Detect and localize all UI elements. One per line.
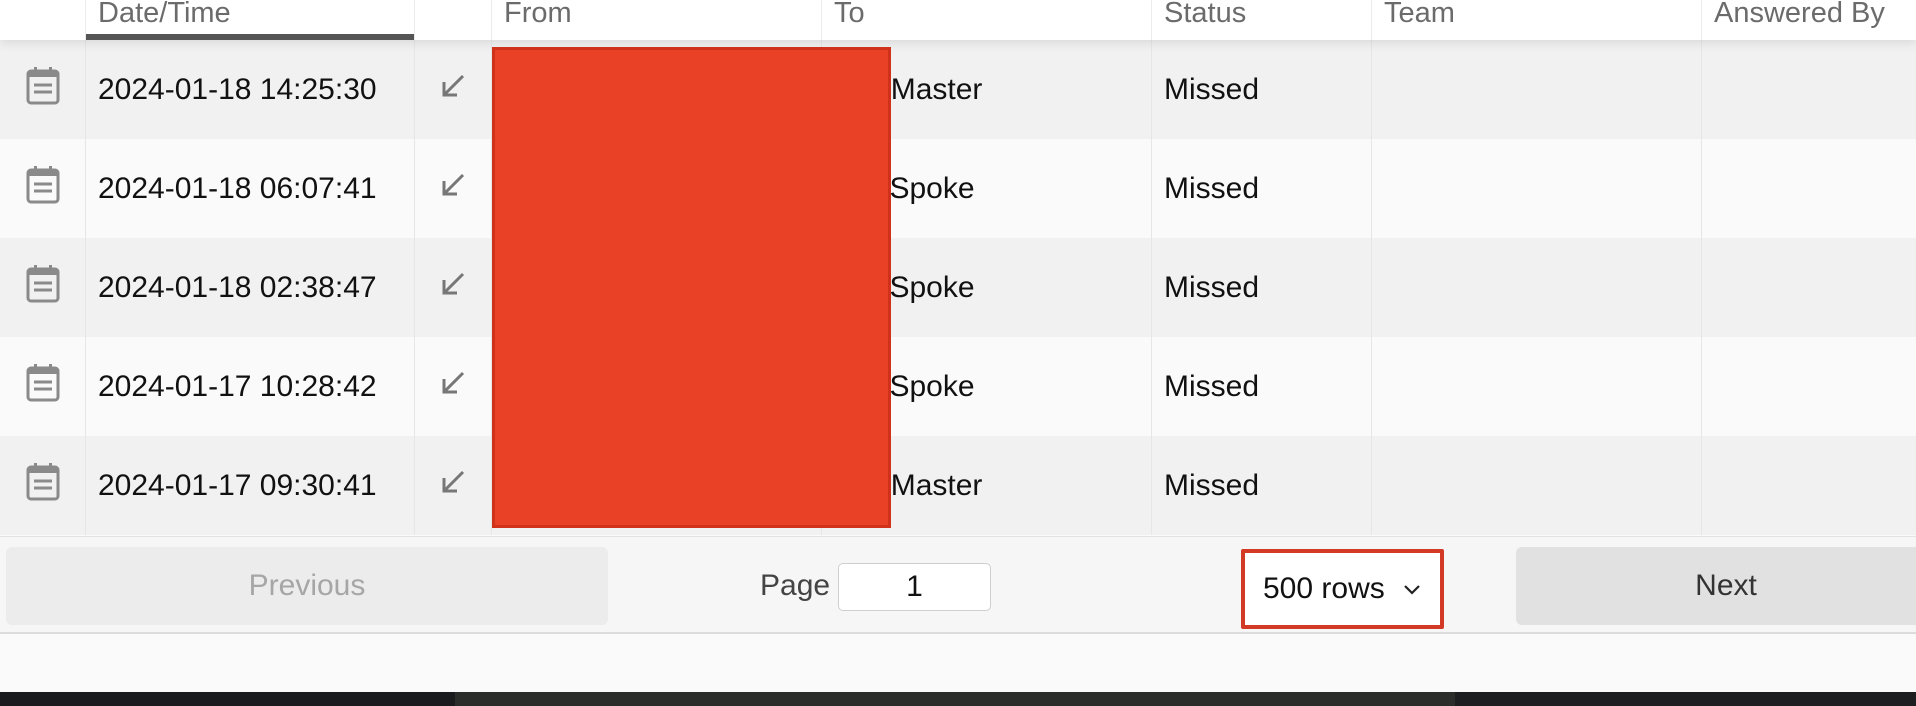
- taskbar-segment: [455, 692, 1455, 706]
- header-from[interactable]: From: [492, 0, 822, 40]
- datetime-cell: 2024-01-18 06:07:41: [86, 139, 415, 238]
- direction-icon-cell: [415, 337, 492, 436]
- taskbar-segment: [1455, 692, 1916, 706]
- datetime-text: 2024-01-18 06:07:41: [98, 171, 377, 205]
- datetime-cell: 2024-01-18 02:38:47: [86, 238, 415, 337]
- datetime-text: 2024-01-18 14:25:30: [98, 72, 377, 106]
- table-row[interactable]: 2024-01-18 06:07:41 o @Spoke Missed: [0, 139, 1916, 238]
- status-text: Missed: [1164, 369, 1260, 403]
- row-detail-icon-cell: [0, 238, 86, 337]
- team-cell: [1372, 139, 1702, 238]
- direction-icon-cell: [415, 436, 492, 535]
- taskbar-strip: [0, 692, 1916, 706]
- status-cell: Missed: [1152, 436, 1372, 535]
- datetime-text: 2024-01-18 02:38:47: [98, 270, 377, 304]
- header-icon-column: [0, 0, 86, 40]
- status-text: Missed: [1164, 72, 1260, 106]
- table-header: Date/Time From To Status Team Answered B…: [0, 0, 1916, 40]
- row-detail-icon-cell: [0, 337, 86, 436]
- redaction-box: [492, 47, 891, 528]
- status-cell: Missed: [1152, 238, 1372, 337]
- status-cell: Missed: [1152, 139, 1372, 238]
- header-direction[interactable]: [415, 0, 492, 40]
- incoming-call-arrow-icon: [438, 269, 468, 307]
- datetime-cell: 2024-01-17 09:30:41: [86, 436, 415, 535]
- team-cell: [1372, 40, 1702, 139]
- rows-per-page-value: 500 rows: [1263, 572, 1385, 605]
- datetime-cell: 2024-01-17 10:28:42: [86, 337, 415, 436]
- row-detail-icon-cell: [0, 139, 86, 238]
- header-team[interactable]: Team: [1372, 0, 1702, 40]
- incoming-call-arrow-icon: [438, 170, 468, 208]
- answered-by-cell: [1702, 436, 1916, 535]
- status-text: Missed: [1164, 468, 1260, 502]
- datetime-cell: 2024-01-18 14:25:30: [86, 40, 415, 139]
- taskbar-segment: [0, 692, 455, 706]
- rows-per-page-select[interactable]: 500 rows: [1241, 549, 1444, 629]
- status-cell: Missed: [1152, 337, 1372, 436]
- header-to[interactable]: To: [822, 0, 1152, 40]
- table-row[interactable]: 2024-01-18 02:38:47 o @Spoke Missed: [0, 238, 1916, 337]
- answered-by-cell: [1702, 139, 1916, 238]
- status-cell: Missed: [1152, 40, 1372, 139]
- direction-icon-cell: [415, 238, 492, 337]
- next-button[interactable]: Next: [1516, 547, 1916, 625]
- answered-by-cell: [1702, 40, 1916, 139]
- datetime-text: 2024-01-17 10:28:42: [98, 369, 377, 403]
- table-row[interactable]: 2024-01-17 10:28:42 o @Spoke Missed: [0, 337, 1916, 436]
- team-cell: [1372, 238, 1702, 337]
- chevron-down-icon: [1404, 585, 1420, 595]
- table-row[interactable]: 2024-01-18 14:25:30 Jun Master Missed: [0, 40, 1916, 139]
- note-calendar-icon[interactable]: [25, 264, 61, 311]
- datetime-text: 2024-01-17 09:30:41: [98, 468, 377, 502]
- previous-button[interactable]: Previous: [6, 547, 608, 625]
- status-text: Missed: [1164, 171, 1260, 205]
- empty-area: [0, 634, 1916, 692]
- note-calendar-icon[interactable]: [25, 462, 61, 509]
- answered-by-cell: [1702, 337, 1916, 436]
- direction-icon-cell: [415, 40, 492, 139]
- answered-by-cell: [1702, 238, 1916, 337]
- team-cell: [1372, 436, 1702, 535]
- incoming-call-arrow-icon: [438, 368, 468, 406]
- call-log-table-body: 2024-01-18 14:25:30 Jun Master Missed 2024-…: [0, 40, 1916, 536]
- direction-icon-cell: [415, 139, 492, 238]
- incoming-call-arrow-icon: [438, 71, 468, 109]
- incoming-call-arrow-icon: [438, 467, 468, 505]
- pagination-bar: Previous Page 500 rows Next: [0, 536, 1916, 634]
- team-cell: [1372, 337, 1702, 436]
- page-label: Page: [760, 569, 831, 602]
- note-calendar-icon[interactable]: [25, 165, 61, 212]
- note-calendar-icon[interactable]: [25, 66, 61, 113]
- note-calendar-icon[interactable]: [25, 363, 61, 410]
- header-answered-by[interactable]: Answered By: [1702, 0, 1916, 40]
- table-row[interactable]: 2024-01-17 09:30:41 Jun Master Missed: [0, 436, 1916, 535]
- row-detail-icon-cell: [0, 40, 86, 139]
- page-number-input[interactable]: [838, 563, 991, 611]
- row-detail-icon-cell: [0, 436, 86, 535]
- header-status[interactable]: Status: [1152, 0, 1372, 40]
- header-datetime[interactable]: Date/Time: [86, 0, 415, 40]
- status-text: Missed: [1164, 270, 1260, 304]
